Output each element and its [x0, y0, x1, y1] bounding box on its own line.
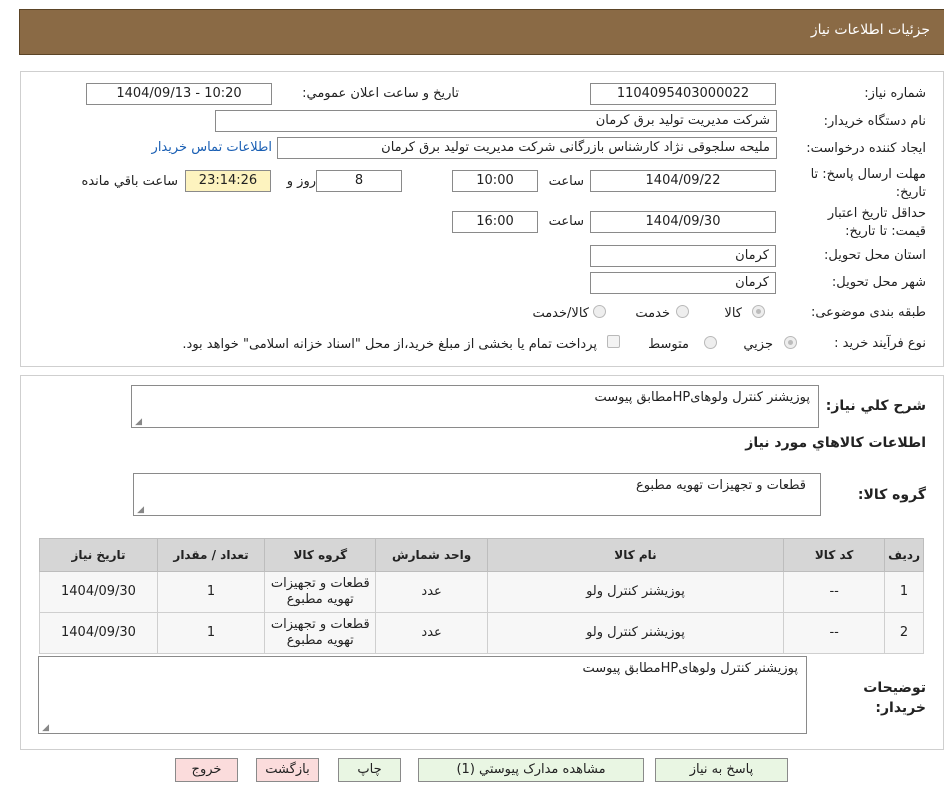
deadline-time-field: 10:00 — [452, 170, 538, 192]
min-validity-label: حداقل تاريخ اعتبار قيمت: تا تاريخ: — [827, 206, 926, 239]
items-table: رديف کد کالا نام کالا واحد شمارش گروه کا… — [39, 538, 924, 654]
process-option-minor: جزيي — [743, 337, 773, 352]
page-header: جزئيات اطلاعات نياز — [19, 9, 944, 55]
cell-date: 1404/09/30 — [39, 612, 158, 654]
need-number-label: شماره نياز: — [864, 86, 926, 101]
category-radio-service[interactable] — [676, 305, 689, 318]
buyer-notes-field: پوزيشنر کنترل ولوهایHPمطابق پيوست ◢ — [38, 656, 807, 734]
buyer-notes-label: توضيحات خريدار: — [863, 680, 926, 716]
description-field: پوزيشنر کنترل ولوهایHPمطابق پيوست ◢ — [131, 385, 819, 428]
process-radio-minor[interactable] — [784, 336, 797, 349]
cell-qty: 1 — [156, 571, 266, 613]
description-label: شرح کلي نياز: — [825, 398, 926, 414]
table-row: 1 -- پوزيشنر کنترل ولو عدد قطعات و تجهيز… — [39, 571, 924, 613]
requester-field: مليحه سلجوقی نژاد کارشناس بازرگانی شرکت … — [277, 137, 777, 159]
category-label: طبقه بندی موضوعی: — [810, 305, 926, 320]
cell-group: قطعات و تجهيزات تهويه مطبوع — [264, 612, 377, 654]
cell-unit: عدد — [375, 612, 488, 654]
cell-row: 1 — [884, 571, 924, 613]
print-button[interactable]: چاپ — [338, 758, 401, 782]
table-header-row: رديف کد کالا نام کالا واحد شمارش گروه کا… — [39, 538, 924, 572]
min-validity-date-field: 1404/09/30 — [590, 211, 776, 233]
col-name: نام کالا — [486, 538, 785, 572]
cell-group: قطعات و تجهيزات تهويه مطبوع — [264, 571, 377, 613]
attachments-button[interactable]: مشاهده مدارک پيوستي (1) — [418, 758, 644, 782]
table-row: 2 -- پوزيشنر کنترل ولو عدد قطعات و تجهيز… — [39, 612, 924, 654]
resize-handle-icon[interactable]: ◢ — [134, 418, 142, 427]
deadline-days-field: 8 — [316, 170, 402, 192]
remaining-label: ساعت باقي مانده — [81, 174, 178, 189]
min-validity-time-field: 16:00 — [452, 211, 538, 233]
cell-code: -- — [783, 571, 886, 613]
cell-code: -- — [783, 612, 886, 654]
col-date: تاريخ نياز — [39, 538, 158, 572]
cell-unit: عدد — [375, 571, 488, 613]
announce-label: تاريخ و ساعت اعلان عمومي: — [302, 86, 459, 101]
deadline-date-field: 1404/09/22 — [590, 170, 776, 192]
col-qty: تعداد / مقدار — [156, 538, 266, 572]
col-group: گروه کالا — [264, 538, 377, 572]
deadline-time-label: ساعت — [548, 174, 584, 189]
buyer-org-field: شرکت مديريت توليد برق کرمان — [215, 110, 777, 132]
col-row: رديف — [884, 538, 924, 572]
need-number-field: 1104095403000022 — [590, 83, 776, 105]
category-radio-goods[interactable] — [752, 305, 765, 318]
days-label: روز و — [286, 174, 316, 189]
goods-section-title: اطلاعات کالاهاي مورد نياز — [745, 435, 926, 451]
city-label: شهر محل تحويل: — [831, 275, 926, 290]
cell-qty: 1 — [156, 612, 266, 654]
province-field: کرمان — [590, 245, 776, 267]
cell-date: 1404/09/30 — [39, 571, 158, 613]
col-unit: واحد شمارش — [375, 538, 488, 572]
cell-name: پوزيشنر کنترل ولو — [486, 571, 785, 613]
exit-button[interactable]: خروج — [175, 758, 238, 782]
buyer-org-label: نام دستگاه خريدار: — [823, 114, 926, 129]
treasury-checkbox[interactable] — [607, 335, 620, 348]
remaining-time-field: 23:14:26 — [185, 170, 271, 192]
goods-group-text: قطعات و تجهيزات تهويه مطبوع — [635, 478, 806, 493]
cell-name: پوزيشنر کنترل ولو — [486, 612, 785, 654]
buyer-notes-text: پوزيشنر کنترل ولوهایHPمطابق پيوست — [582, 661, 798, 676]
reply-button[interactable]: پاسخ به نياز — [655, 758, 788, 782]
resize-handle-icon[interactable]: ◢ — [136, 506, 144, 515]
cell-row: 2 — [884, 612, 924, 654]
page-title: جزئيات اطلاعات نياز — [810, 22, 930, 38]
buyer-contact-link[interactable]: اطلاعات تماس خريدار — [152, 140, 272, 155]
process-option-medium: متوسط — [648, 337, 689, 352]
resize-handle-icon[interactable]: ◢ — [41, 724, 49, 733]
col-code: کد کالا — [783, 538, 886, 572]
back-button[interactable]: بازگشت — [256, 758, 319, 782]
announce-field: 1404/09/13 - 10:20 — [86, 83, 272, 105]
category-option-goods-service: کالا/خدمت — [532, 306, 589, 321]
city-field: کرمان — [590, 272, 776, 294]
category-radio-goods-service[interactable] — [593, 305, 606, 318]
goods-group-field: قطعات و تجهيزات تهويه مطبوع ◢ — [133, 473, 821, 516]
treasury-note: پرداخت تمام يا بخشی از مبلغ خريد،از محل … — [182, 337, 597, 352]
province-label: استان محل تحويل: — [824, 248, 926, 263]
requester-label: ايجاد کننده درخواست: — [806, 141, 926, 156]
process-label: نوع فرآيند خريد : — [834, 336, 926, 351]
min-validity-time-label: ساعت — [548, 214, 584, 229]
description-text: پوزيشنر کنترل ولوهایHPمطابق پيوست — [594, 390, 810, 405]
deadline-label: مهلت ارسال پاسخ: تا تاريخ: — [810, 167, 926, 200]
goods-group-label: گروه کالا: — [857, 487, 926, 503]
category-option-goods: کالا — [724, 306, 742, 321]
category-option-service: خدمت — [635, 306, 670, 321]
process-radio-medium[interactable] — [704, 336, 717, 349]
